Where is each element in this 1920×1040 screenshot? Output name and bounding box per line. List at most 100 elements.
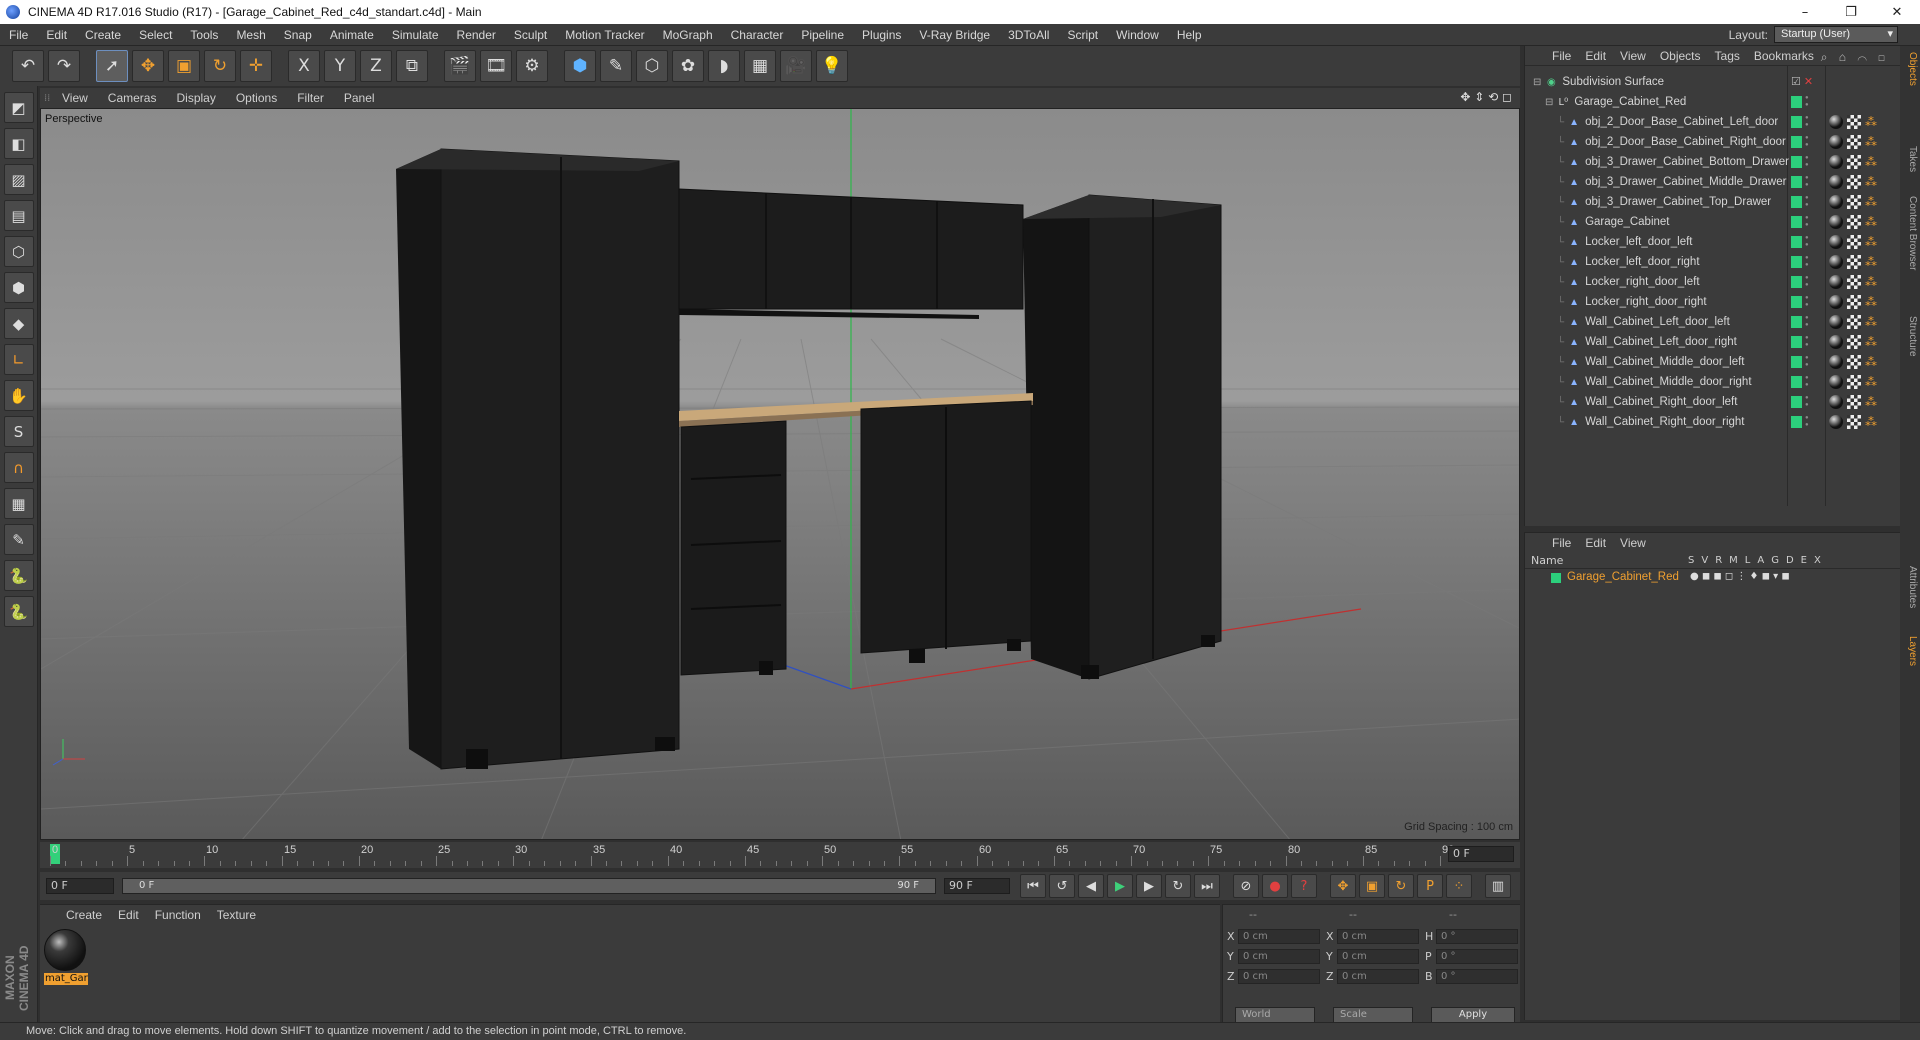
material-tag-icon[interactable] [1829,255,1843,269]
object-menu-file[interactable]: File [1545,49,1578,63]
material-tag-icon[interactable] [1829,195,1843,209]
object-row[interactable]: └ ▲ obj_3_Drawer_Cabinet_Middle_Drawer ● ● ⁂ [1525,172,1901,192]
visibility-dots-icon[interactable]: ● ● [1805,295,1811,309]
phong-tag-icon[interactable]: ⁂ [1865,135,1879,149]
object-row[interactable]: └ ▲ Wall_Cabinet_Right_door_left ● ● ⁂ [1525,392,1901,412]
uvw-tag-icon[interactable] [1847,135,1861,149]
layer-color-icon[interactable] [1791,136,1802,148]
viewport-menu-filter[interactable]: Filter [287,91,334,105]
end-frame-field[interactable]: 90 F [944,878,1010,894]
key-parameter-icon[interactable]: P [1417,874,1443,898]
side-tab-takes[interactable]: Takes [1902,146,1918,172]
maximize-button[interactable]: ❐ [1828,0,1874,24]
menu-pipeline[interactable]: Pipeline [792,28,853,42]
subdivision-icon[interactable]: ⬡ [636,50,668,82]
object-visibility-flags[interactable]: ● ● [1791,155,1811,169]
object-row[interactable]: └ ▲ Locker_right_door_right ● ● ⁂ [1525,292,1901,312]
viewport-nav-icons[interactable]: ✥ ⇕ ⟲ ◻ [1460,90,1512,104]
magnet-icon[interactable]: ∩ [3,452,34,483]
make-editable-icon[interactable]: ◩ [3,92,34,123]
uvw-tag-icon[interactable] [1847,415,1861,429]
layer-color-icon[interactable] [1791,176,1802,188]
layer-color-icon[interactable] [1791,336,1802,348]
keyframe-selection-icon[interactable]: ? [1291,874,1317,898]
timeline-window-icon[interactable]: ▥ [1485,874,1511,898]
layer-column-e[interactable]: E [1801,555,1807,566]
material-tag-icon[interactable] [1829,355,1843,369]
coordinate-value-input[interactable]: 0 cm [1337,929,1419,944]
visibility-dots-icon[interactable]: ● ● [1805,155,1811,169]
layout-dropdown[interactable]: Startup (User) [1774,26,1898,43]
phong-tag-icon[interactable]: ⁂ [1865,175,1879,189]
uvw-tag-icon[interactable] [1847,215,1861,229]
points-mode-icon[interactable]: ⬡ [3,236,34,267]
layer-menu-edit[interactable]: Edit [1578,536,1613,550]
minimize-button[interactable]: – [1782,0,1828,24]
record-keys-icon[interactable]: ⊘ [1233,874,1259,898]
object-menu-edit[interactable]: Edit [1578,49,1613,63]
phong-tag-icon[interactable]: ⁂ [1865,115,1879,129]
menu-mesh[interactable]: Mesh [227,28,274,42]
edges-mode-icon[interactable]: ⬢ [3,272,34,303]
object-row[interactable]: └ ▲ Garage_Cabinet ● ● ⁂ [1525,212,1901,232]
material-tag-icon[interactable] [1829,115,1843,129]
object-visibility-flags[interactable]: ● ● [1791,395,1811,409]
side-tab-content-browser[interactable]: Content Browser [1902,196,1918,270]
uvw-tag-icon[interactable] [1847,335,1861,349]
layer-row[interactable]: Garage_Cabinet_Red ● ◼ ◼ ◻ ⋮ ♦ ◼ ▾ ◼ [1525,569,1900,587]
menu-script[interactable]: Script [1058,28,1107,42]
coordinate-value-input[interactable]: 0 ° [1436,929,1518,944]
uvw-tag-icon[interactable] [1847,375,1861,389]
visibility-dots-icon[interactable]: ● ● [1805,375,1811,389]
coordinate-value-input[interactable]: 0 cm [1238,929,1320,944]
object-row[interactable]: └ ▲ obj_3_Drawer_Cabinet_Bottom_Drawer ● ● ⁂ [1525,152,1901,172]
visibility-dots-icon[interactable]: ● ● [1805,395,1811,409]
render-view-icon[interactable]: 🎬 [444,50,476,82]
auto-key-icon[interactable]: ● [1262,874,1288,898]
object-visibility-flags[interactable]: ● ● [1791,235,1811,249]
object-visibility-flags[interactable]: ● ● [1791,355,1811,369]
menu-snap[interactable]: Snap [275,28,321,42]
cube-icon[interactable]: ⬢ [564,50,596,82]
visibility-dots-icon[interactable]: ● ● [1805,135,1811,149]
render-picture-viewer-icon[interactable]: 🎞 [480,50,512,82]
workplane-icon[interactable]: ▤ [3,200,34,231]
sculpt-grid-icon[interactable]: ▦ [3,488,34,519]
material-tag-icon[interactable] [1829,295,1843,309]
object-row[interactable]: └ ▲ obj_2_Door_Base_Cabinet_Left_door ● ● ⁂ [1525,112,1901,132]
key-scale-icon[interactable]: ▣ [1359,874,1385,898]
uvw-tag-icon[interactable] [1847,295,1861,309]
snap-icon[interactable]: S [3,416,34,447]
object-row[interactable]: └ ▲ Wall_Cabinet_Left_door_left ● ● ⁂ [1525,312,1901,332]
visibility-dots-icon[interactable]: ● ● [1805,255,1811,269]
visibility-dots-icon[interactable]: ● ● [1805,335,1811,349]
material-tag-icon[interactable] [1829,335,1843,349]
phong-tag-icon[interactable]: ⁂ [1865,275,1879,289]
layer-color-icon[interactable] [1791,416,1802,428]
axis-mode-icon[interactable]: ∟ [3,344,34,375]
object-row[interactable]: └ ▲ Wall_Cabinet_Right_door_right ● ● ⁂ [1525,412,1901,432]
phong-tag-icon[interactable]: ⁂ [1865,195,1879,209]
menu-motion-tracker[interactable]: Motion Tracker [556,28,653,42]
object-row[interactable]: └ ▲ Wall_Cabinet_Middle_door_right ● ● ⁂ [1525,372,1901,392]
layer-color-icon[interactable] [1791,236,1802,248]
phong-tag-icon[interactable]: ⁂ [1865,415,1879,429]
object-visibility-flags[interactable]: ● ● [1791,195,1811,209]
menu-plugins[interactable]: Plugins [853,28,910,42]
polygons-mode-icon[interactable]: ◆ [3,308,34,339]
menu-sculpt[interactable]: Sculpt [505,28,556,42]
layer-color-swatch[interactable] [1551,573,1561,583]
redo-icon[interactable]: ↷ [48,50,80,82]
subdivision-disable-icon[interactable]: ✕ [1804,75,1813,88]
play-icon[interactable]: ▶ [1107,874,1133,898]
phong-tag-icon[interactable]: ⁂ [1865,255,1879,269]
coordinate-system-icon[interactable]: ⧉ [396,50,428,82]
uvw-tag-icon[interactable] [1847,275,1861,289]
phong-tag-icon[interactable]: ⁂ [1865,235,1879,249]
layer-column-s[interactable]: S [1688,555,1694,566]
visibility-dots-icon[interactable]: ● ● [1805,195,1811,209]
viewport-menu-options[interactable]: Options [226,91,287,105]
visibility-dots-icon[interactable]: ● ● [1805,355,1811,369]
material-tag-icon[interactable] [1829,155,1843,169]
object-visibility-flags[interactable]: ● ● [1791,335,1811,349]
